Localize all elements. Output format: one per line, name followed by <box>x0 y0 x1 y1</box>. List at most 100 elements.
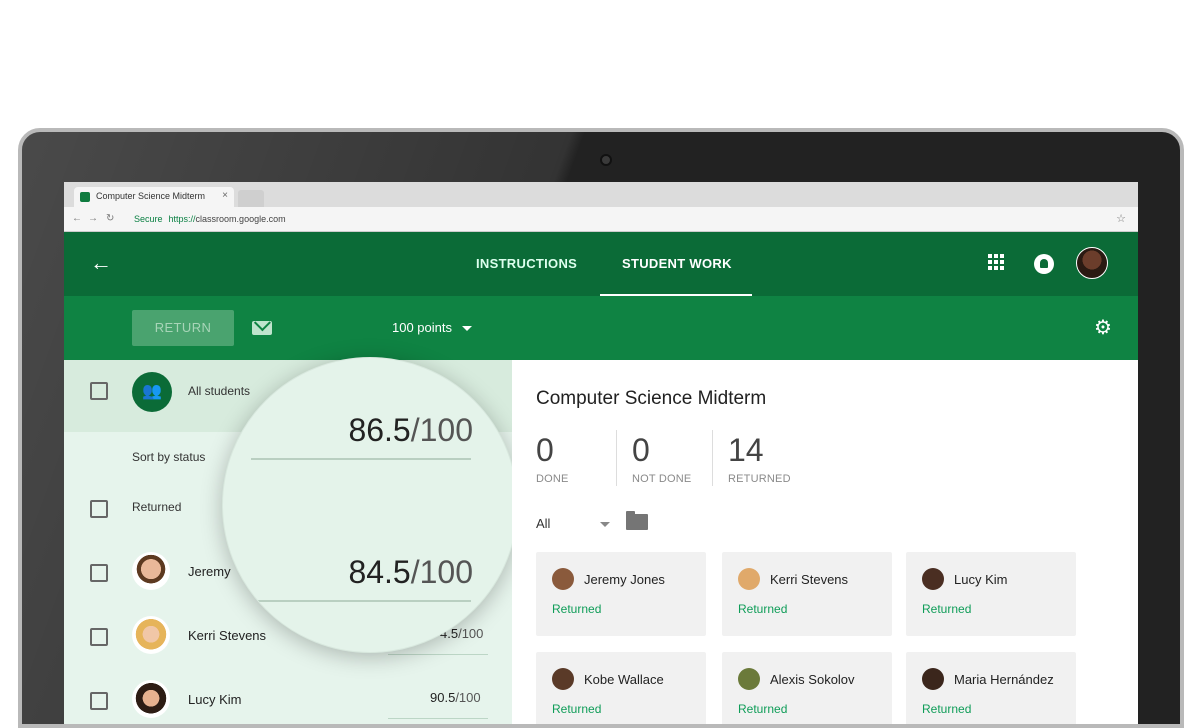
card-student-name: Kobe Wallace <box>584 672 664 687</box>
new-tab-button[interactable] <box>238 190 264 207</box>
divider <box>712 430 713 486</box>
url-field[interactable]: Secure https://classroom.google.com <box>134 214 286 224</box>
score-value: 86.5 <box>348 412 411 448</box>
card-status: Returned <box>738 602 788 616</box>
points-label: 100 points <box>392 320 452 335</box>
assignment-overview-panel: Computer Science Midterm 0 DONE 0 NOT DO… <box>512 360 1138 724</box>
close-tab-icon[interactable]: × <box>222 190 228 201</box>
score-denominator: /100 <box>455 690 481 705</box>
return-button[interactable]: RETURN <box>132 310 234 346</box>
student-card[interactable]: Lucy Kim Returned <box>906 552 1076 636</box>
student-card[interactable]: Alexis Sokolov Returned <box>722 652 892 724</box>
forward-arrow-icon[interactable]: → <box>88 213 98 224</box>
stat-done[interactable]: 0 DONE <box>536 432 569 485</box>
classroom-favicon-icon <box>80 192 90 202</box>
student-name[interactable]: Lucy Kim <box>188 692 241 707</box>
sort-by-status-label[interactable]: Sort by status <box>132 450 205 464</box>
back-arrow-icon[interactable]: ← <box>90 250 112 276</box>
reload-icon[interactable]: ↻ <box>106 213 114 224</box>
score-underline <box>388 654 488 655</box>
stat-value: 0 <box>536 432 554 468</box>
card-status: Returned <box>552 702 602 716</box>
points-dropdown[interactable]: 100 points <box>392 320 472 335</box>
score-underline <box>388 718 488 719</box>
stat-label: DONE <box>536 473 569 485</box>
student-checkbox[interactable] <box>90 692 108 710</box>
email-icon[interactable] <box>252 321 272 335</box>
filter-dropdown[interactable]: All <box>536 516 550 531</box>
address-bar: ← → ↻ Secure https://classroom.google.com… <box>64 207 1138 232</box>
tab-instructions[interactable]: INSTRUCTIONS <box>476 256 577 271</box>
card-student-name: Jeremy Jones <box>584 572 665 587</box>
stat-label: NOT DONE <box>632 473 692 485</box>
magnified-score: 86.5/100 <box>348 412 473 449</box>
score-value: 84.5 <box>348 554 411 590</box>
browser-tabstrip: Computer Science Midterm × <box>64 182 1138 207</box>
secure-label: Secure <box>134 214 163 224</box>
score-denominator: /100 <box>410 554 473 590</box>
student-card[interactable]: Kerri Stevens Returned <box>722 552 892 636</box>
folder-icon[interactable] <box>626 511 648 530</box>
apps-grid-icon[interactable] <box>988 254 1004 270</box>
stat-value: 0 <box>632 432 650 468</box>
gear-icon[interactable]: ⚙ <box>1094 318 1112 338</box>
magnifier-lens: 86.5/100 84.5/100 <box>222 357 518 653</box>
score-underline <box>251 600 471 602</box>
stat-returned[interactable]: 14 RETURNED <box>728 432 791 485</box>
returned-group-label: Returned <box>132 500 182 514</box>
url-host: classroom.google.com <box>195 214 286 224</box>
student-card[interactable]: Jeremy Jones Returned <box>536 552 706 636</box>
card-status: Returned <box>552 602 602 616</box>
back-arrow-icon[interactable]: ← <box>72 213 82 224</box>
account-avatar[interactable] <box>1076 247 1108 279</box>
notifications-icon[interactable] <box>1034 254 1054 274</box>
student-checkbox[interactable] <box>90 564 108 582</box>
student-card[interactable]: Maria Hernández Returned <box>906 652 1076 724</box>
stat-label: RETURNED <box>728 473 791 485</box>
url-scheme: https:// <box>168 214 196 224</box>
chevron-down-icon[interactable] <box>600 522 610 527</box>
card-status: Returned <box>738 702 788 716</box>
magnified-score: 84.5/100 <box>348 554 473 591</box>
student-name[interactable]: Kerri Stevens <box>188 628 266 643</box>
avatar <box>132 680 170 718</box>
tab-student-work[interactable]: STUDENT WORK <box>622 256 732 271</box>
app-header: ← INSTRUCTIONS STUDENT WORK <box>64 232 1138 296</box>
avatar <box>738 668 760 690</box>
avatar <box>922 668 944 690</box>
stat-not-done[interactable]: 0 NOT DONE <box>632 432 691 485</box>
browser-tab[interactable]: Computer Science Midterm × <box>74 187 234 207</box>
score-denominator: /100 <box>458 626 484 641</box>
chevron-down-icon <box>462 326 472 332</box>
camera-icon <box>600 154 612 166</box>
avatar <box>552 568 574 590</box>
student-checkbox[interactable] <box>90 628 108 646</box>
laptop-frame: Computer Science Midterm × ← → ↻ Secure h… <box>18 128 1184 728</box>
card-student-name: Alexis Sokolov <box>770 672 855 687</box>
grading-toolbar: RETURN 100 points ⚙ <box>64 296 1138 360</box>
avatar <box>132 552 170 590</box>
avatar <box>552 668 574 690</box>
browser-tab-title: Computer Science Midterm <box>96 191 206 201</box>
score-denominator: /100 <box>410 412 473 448</box>
all-students-label: All students <box>188 384 251 398</box>
student-score[interactable]: 90.5/100 <box>430 690 481 705</box>
card-student-name: Maria Hernández <box>954 672 1054 687</box>
card-status: Returned <box>922 602 972 616</box>
stat-value: 14 <box>728 432 764 468</box>
student-name[interactable]: Jeremy <box>188 564 231 579</box>
card-student-name: Lucy Kim <box>954 572 1008 587</box>
returned-group-checkbox[interactable] <box>90 500 108 518</box>
bookmark-star-icon[interactable]: ☆ <box>1116 212 1126 225</box>
all-students-checkbox[interactable] <box>90 382 108 400</box>
group-icon: 👥 <box>132 372 172 412</box>
student-card[interactable]: Kobe Wallace Returned <box>536 652 706 724</box>
screen: Computer Science Midterm × ← → ↻ Secure h… <box>64 182 1138 724</box>
avatar <box>132 616 170 654</box>
avatar <box>738 568 760 590</box>
avatar <box>922 568 944 590</box>
card-status: Returned <box>922 702 972 716</box>
score-underline <box>251 458 471 460</box>
page-title: Computer Science Midterm <box>536 388 767 409</box>
card-student-name: Kerri Stevens <box>770 572 849 587</box>
